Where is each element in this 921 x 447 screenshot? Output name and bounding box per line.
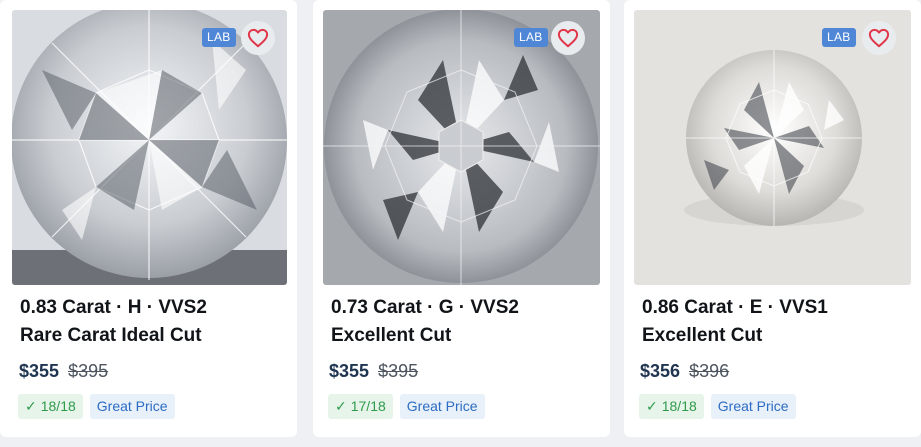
diamond-image-graphic	[12, 10, 287, 285]
current-price: $356	[640, 361, 681, 381]
deal-badge: Great Price	[710, 394, 796, 419]
diamond-cut[interactable]: Excellent Cut	[642, 325, 762, 347]
diamond-specs[interactable]: 0.83 Carat · H · VVS2	[20, 297, 207, 319]
diamond-specs[interactable]: 0.86 Carat · E · VVS1	[642, 297, 828, 319]
lab-grown-badge: LAB	[202, 28, 236, 47]
diamond-results-grid: LAB 0.83 Carat · H · VVS2 Rare Carat Ide…	[0, 0, 921, 447]
diamond-card[interactable]: LAB 0.83 Carat · H · VVS2 Rare Carat Ide…	[0, 0, 297, 437]
diamond-specs[interactable]: 0.73 Carat · G · VVS2	[331, 297, 519, 319]
heart-icon	[557, 28, 579, 48]
quality-score-badge: ✓ 18/18	[18, 394, 83, 419]
heart-icon	[247, 28, 269, 48]
diamond-card[interactable]: LAB 0.86 Carat · E · VVS1 Excellent Cut …	[624, 0, 921, 437]
tag-row: ✓ 17/18 Great Price	[328, 394, 485, 419]
diamond-cut[interactable]: Rare Carat Ideal Cut	[20, 325, 202, 347]
deal-badge: Great Price	[89, 394, 175, 419]
favorite-button[interactable]	[551, 21, 585, 55]
original-price: $395	[68, 361, 109, 381]
tag-row: ✓ 18/18 Great Price	[639, 394, 796, 419]
current-price: $355	[19, 361, 60, 381]
check-icon: ✓	[335, 398, 347, 414]
price-row: $355 $395	[329, 361, 418, 382]
quality-score: 18/18	[661, 398, 697, 414]
heart-icon	[868, 28, 890, 48]
quality-score-badge: ✓ 17/18	[328, 394, 393, 419]
favorite-button[interactable]	[862, 21, 896, 55]
diamond-card[interactable]: LAB 0.73 Carat · G · VVS2 Excellent Cut …	[313, 0, 610, 437]
tag-row: ✓ 18/18 Great Price	[18, 394, 175, 419]
current-price: $355	[329, 361, 370, 381]
quality-score: 17/18	[350, 398, 386, 414]
check-icon: ✓	[25, 398, 37, 414]
favorite-button[interactable]	[241, 21, 275, 55]
original-price: $396	[689, 361, 730, 381]
check-icon: ✓	[646, 398, 658, 414]
lab-grown-badge: LAB	[514, 28, 548, 47]
price-row: $355 $395	[19, 361, 108, 382]
price-row: $356 $396	[640, 361, 729, 382]
diamond-image[interactable]	[12, 10, 287, 285]
original-price: $395	[378, 361, 419, 381]
deal-badge: Great Price	[399, 394, 485, 419]
quality-score-badge: ✓ 18/18	[639, 394, 704, 419]
diamond-cut[interactable]: Excellent Cut	[331, 325, 451, 347]
lab-grown-badge: LAB	[822, 28, 856, 47]
quality-score: 18/18	[40, 398, 76, 414]
